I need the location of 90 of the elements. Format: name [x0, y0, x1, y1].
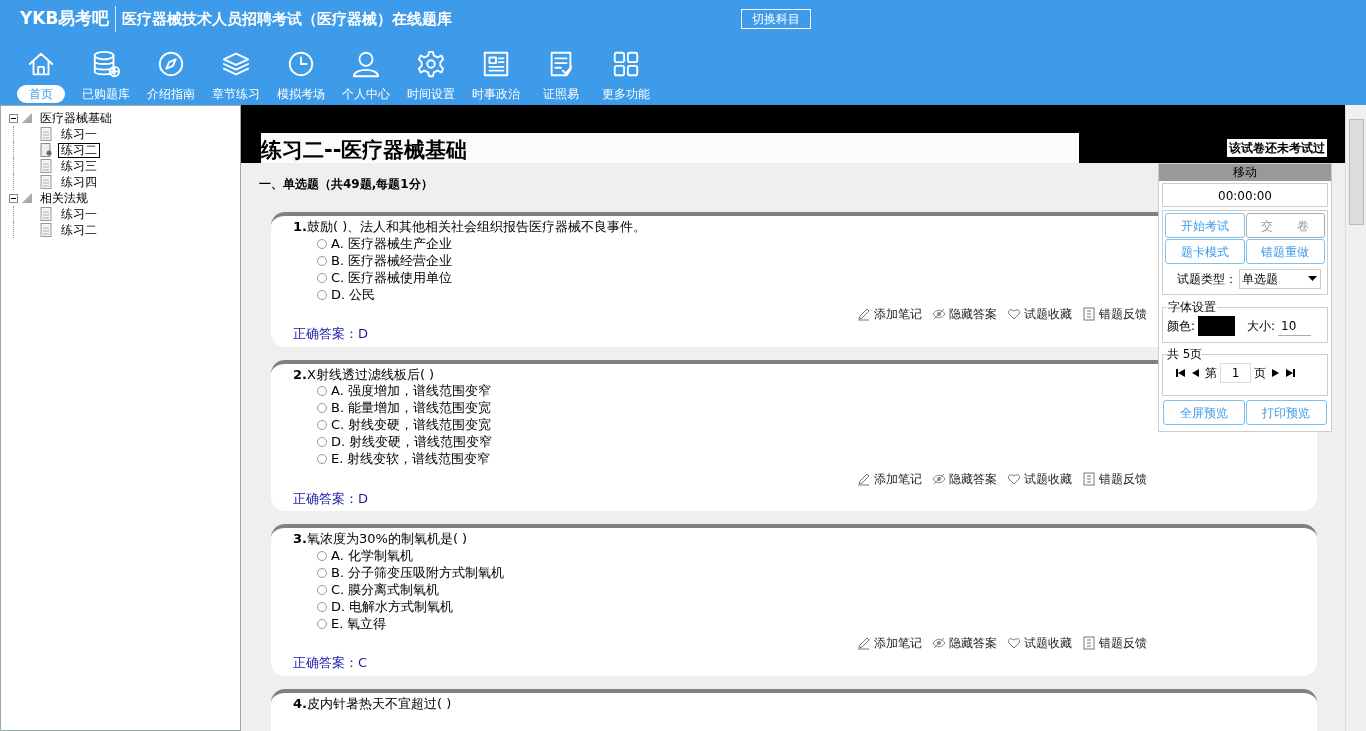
heart-icon — [1007, 471, 1021, 486]
color-label: 颜色: — [1167, 318, 1196, 335]
question-action[interactable]: 添加笔记 — [857, 305, 922, 323]
option-text: C. 医疗器械使用单位 — [331, 268, 453, 287]
pencil-icon — [857, 471, 871, 486]
timer: 00:00:00 — [1162, 183, 1328, 207]
page-field[interactable]: 1 — [1220, 363, 1251, 383]
tree-folder[interactable]: 相关法规 — [40, 189, 88, 207]
pencil-icon — [857, 636, 871, 650]
question-action[interactable]: 添加笔记 — [857, 469, 922, 488]
option-text: B. 分子筛变压吸附方式制氧机 — [331, 563, 505, 582]
font-size-field[interactable]: 10 — [1278, 316, 1312, 336]
user-icon[interactable] — [350, 49, 381, 79]
question-action[interactable]: 隐藏答案 — [932, 469, 997, 488]
option-text: C. 射线变硬，谱线范围变宽 — [331, 416, 492, 435]
tree-item[interactable]: 练习一 — [58, 127, 100, 141]
correct-answer: 正确答案：C — [293, 654, 368, 672]
section-heading: 一、单选题（共49题,每题1分） — [259, 176, 433, 193]
correct-answer: 正确答案：D — [293, 489, 368, 508]
eye-icon — [932, 636, 946, 650]
type-label: 试题类型： — [1177, 270, 1237, 288]
first-page-icon[interactable] — [1175, 368, 1187, 378]
tree-item[interactable]: 练习一 — [58, 207, 100, 221]
option-text: B. 能量增加，谱线范围变宽 — [331, 399, 492, 418]
option-text: D. 公民 — [331, 285, 376, 304]
settings-icon[interactable] — [415, 49, 446, 79]
tree-folder[interactable]: 医疗器械基础 — [40, 109, 112, 127]
next-page-icon[interactable] — [1269, 368, 1281, 378]
logo: YKB易考吧 — [20, 6, 117, 32]
document-icon — [40, 175, 52, 189]
question-action[interactable]: 试题收藏 — [1007, 469, 1072, 488]
option-text: E. 氧立得 — [331, 614, 387, 633]
tree-item[interactable]: 练习四 — [58, 175, 100, 189]
document-icon — [40, 223, 52, 237]
question-action[interactable]: 添加笔记 — [857, 634, 922, 652]
question-action[interactable]: 隐藏答案 — [932, 634, 997, 652]
question-action[interactable]: 错题反馈 — [1082, 469, 1147, 488]
document-icon — [40, 207, 52, 221]
question-action[interactable]: 隐藏答案 — [932, 305, 997, 323]
question-text: 1.鼓励( )、法人和其他相关社会组织报告医疗器械不良事件。 — [293, 218, 647, 235]
exam-status: 该试卷还未考试过 — [1227, 139, 1327, 157]
last-page-icon[interactable] — [1284, 368, 1296, 378]
triangle-icon — [22, 193, 32, 203]
option-text: B. 医疗器械经营企业 — [331, 251, 453, 270]
question-action[interactable]: 试题收藏 — [1007, 305, 1072, 323]
eye-icon — [932, 471, 946, 486]
option-text: D. 射线变硬，谱线范围变窄 — [331, 433, 493, 452]
correct-answer: 正确答案：D — [293, 325, 368, 343]
app-title: 医疗器械技术人员招聘考试（医疗器械）在线题库 — [121, 8, 454, 30]
option-text: D. 电解水方式制氧机 — [331, 597, 454, 616]
document-icon — [40, 127, 52, 141]
question-action[interactable]: 错题反馈 — [1082, 634, 1147, 652]
page-prefix: 第 — [1205, 365, 1217, 382]
option-text: E. 射线变软，谱线范围变窄 — [331, 450, 491, 469]
question-text: 2.X射线透过滤线板后( ) — [293, 365, 435, 383]
question-action[interactable]: 错题反馈 — [1082, 305, 1147, 323]
scrollbar[interactable] — [1345, 105, 1366, 731]
option-text: A. 强度增加，谱线范围变窄 — [331, 382, 491, 401]
previous-page-icon[interactable] — [1190, 368, 1202, 378]
document-icon — [40, 159, 52, 173]
question-text: 4.皮内针暑热天不宜超过( ) — [293, 694, 452, 712]
option-text: A. 化学制氧机 — [331, 546, 413, 565]
heart-icon — [1007, 307, 1021, 321]
option-text: A. 医疗器械生产企业 — [331, 234, 452, 253]
feedback-icon — [1082, 307, 1096, 321]
option-text: C. 膜分离式制氧机 — [331, 580, 440, 599]
pencil-icon — [857, 307, 871, 321]
font-color-swatch[interactable] — [1198, 316, 1236, 336]
tree-item[interactable]: 练习二 — [58, 142, 100, 158]
dropdown-arrow-icon — [1308, 276, 1317, 281]
move-handle[interactable]: 移动 — [1159, 164, 1331, 181]
question-text: 3.氧浓度为30%的制氧机是( ) — [293, 530, 468, 547]
question-action[interactable]: 试题收藏 — [1007, 634, 1072, 652]
scrollbar-thumb[interactable] — [1348, 119, 1364, 225]
font-settings-legend: 字体设置 — [1167, 298, 1217, 316]
document-pin-icon — [40, 143, 52, 157]
page-count: 共 5页 — [1167, 346, 1203, 363]
feedback-icon — [1082, 636, 1096, 650]
question-type-select[interactable]: 单选题 — [1239, 268, 1321, 289]
collapse-toggle[interactable] — [9, 193, 18, 203]
tree-item[interactable]: 练习二 — [58, 223, 100, 237]
size-label: 大小: — [1247, 318, 1276, 335]
triangle-icon — [22, 113, 32, 123]
collapse-toggle[interactable] — [9, 113, 18, 123]
exam-title: 练习二--医疗器械基础 — [261, 137, 468, 163]
heart-icon — [1007, 636, 1021, 650]
tree-item[interactable]: 练习三 — [58, 159, 100, 173]
eye-icon — [932, 307, 946, 321]
feedback-icon — [1082, 471, 1096, 486]
page-suffix: 页 — [1254, 365, 1266, 382]
